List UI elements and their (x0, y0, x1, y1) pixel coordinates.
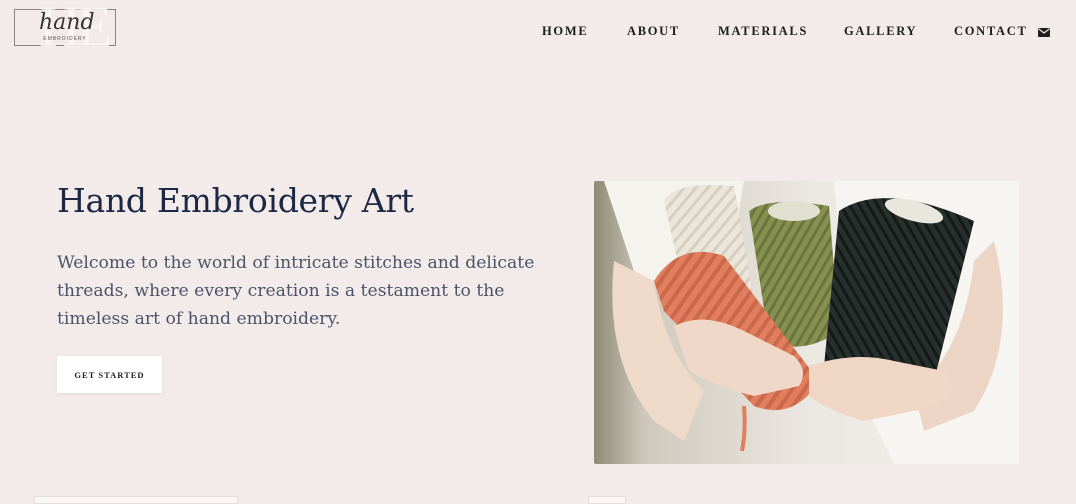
hero-description: Welcome to the world of intricate stitch… (57, 253, 535, 329)
hero-image (594, 181, 1019, 464)
nav-about[interactable]: ABOUT (627, 24, 680, 39)
card-peek-1 (34, 496, 238, 504)
nav-home[interactable]: HOME (542, 24, 588, 39)
get-started-button[interactable]: GET STARTED (57, 356, 162, 393)
nav-contact-label: CONTACT (954, 24, 1028, 38)
nav-gallery[interactable]: GALLERY (844, 24, 917, 39)
nav-materials[interactable]: MATERIALS (718, 24, 808, 39)
envelope-icon (1038, 27, 1051, 37)
hero-title: Hand Embroidery Art (57, 181, 414, 220)
nav-contact[interactable]: CONTACT (954, 24, 1051, 39)
main-nav: HOME ABOUT MATERIALS GALLERY CONTACT (0, 24, 1076, 40)
card-peek-2 (588, 496, 626, 504)
